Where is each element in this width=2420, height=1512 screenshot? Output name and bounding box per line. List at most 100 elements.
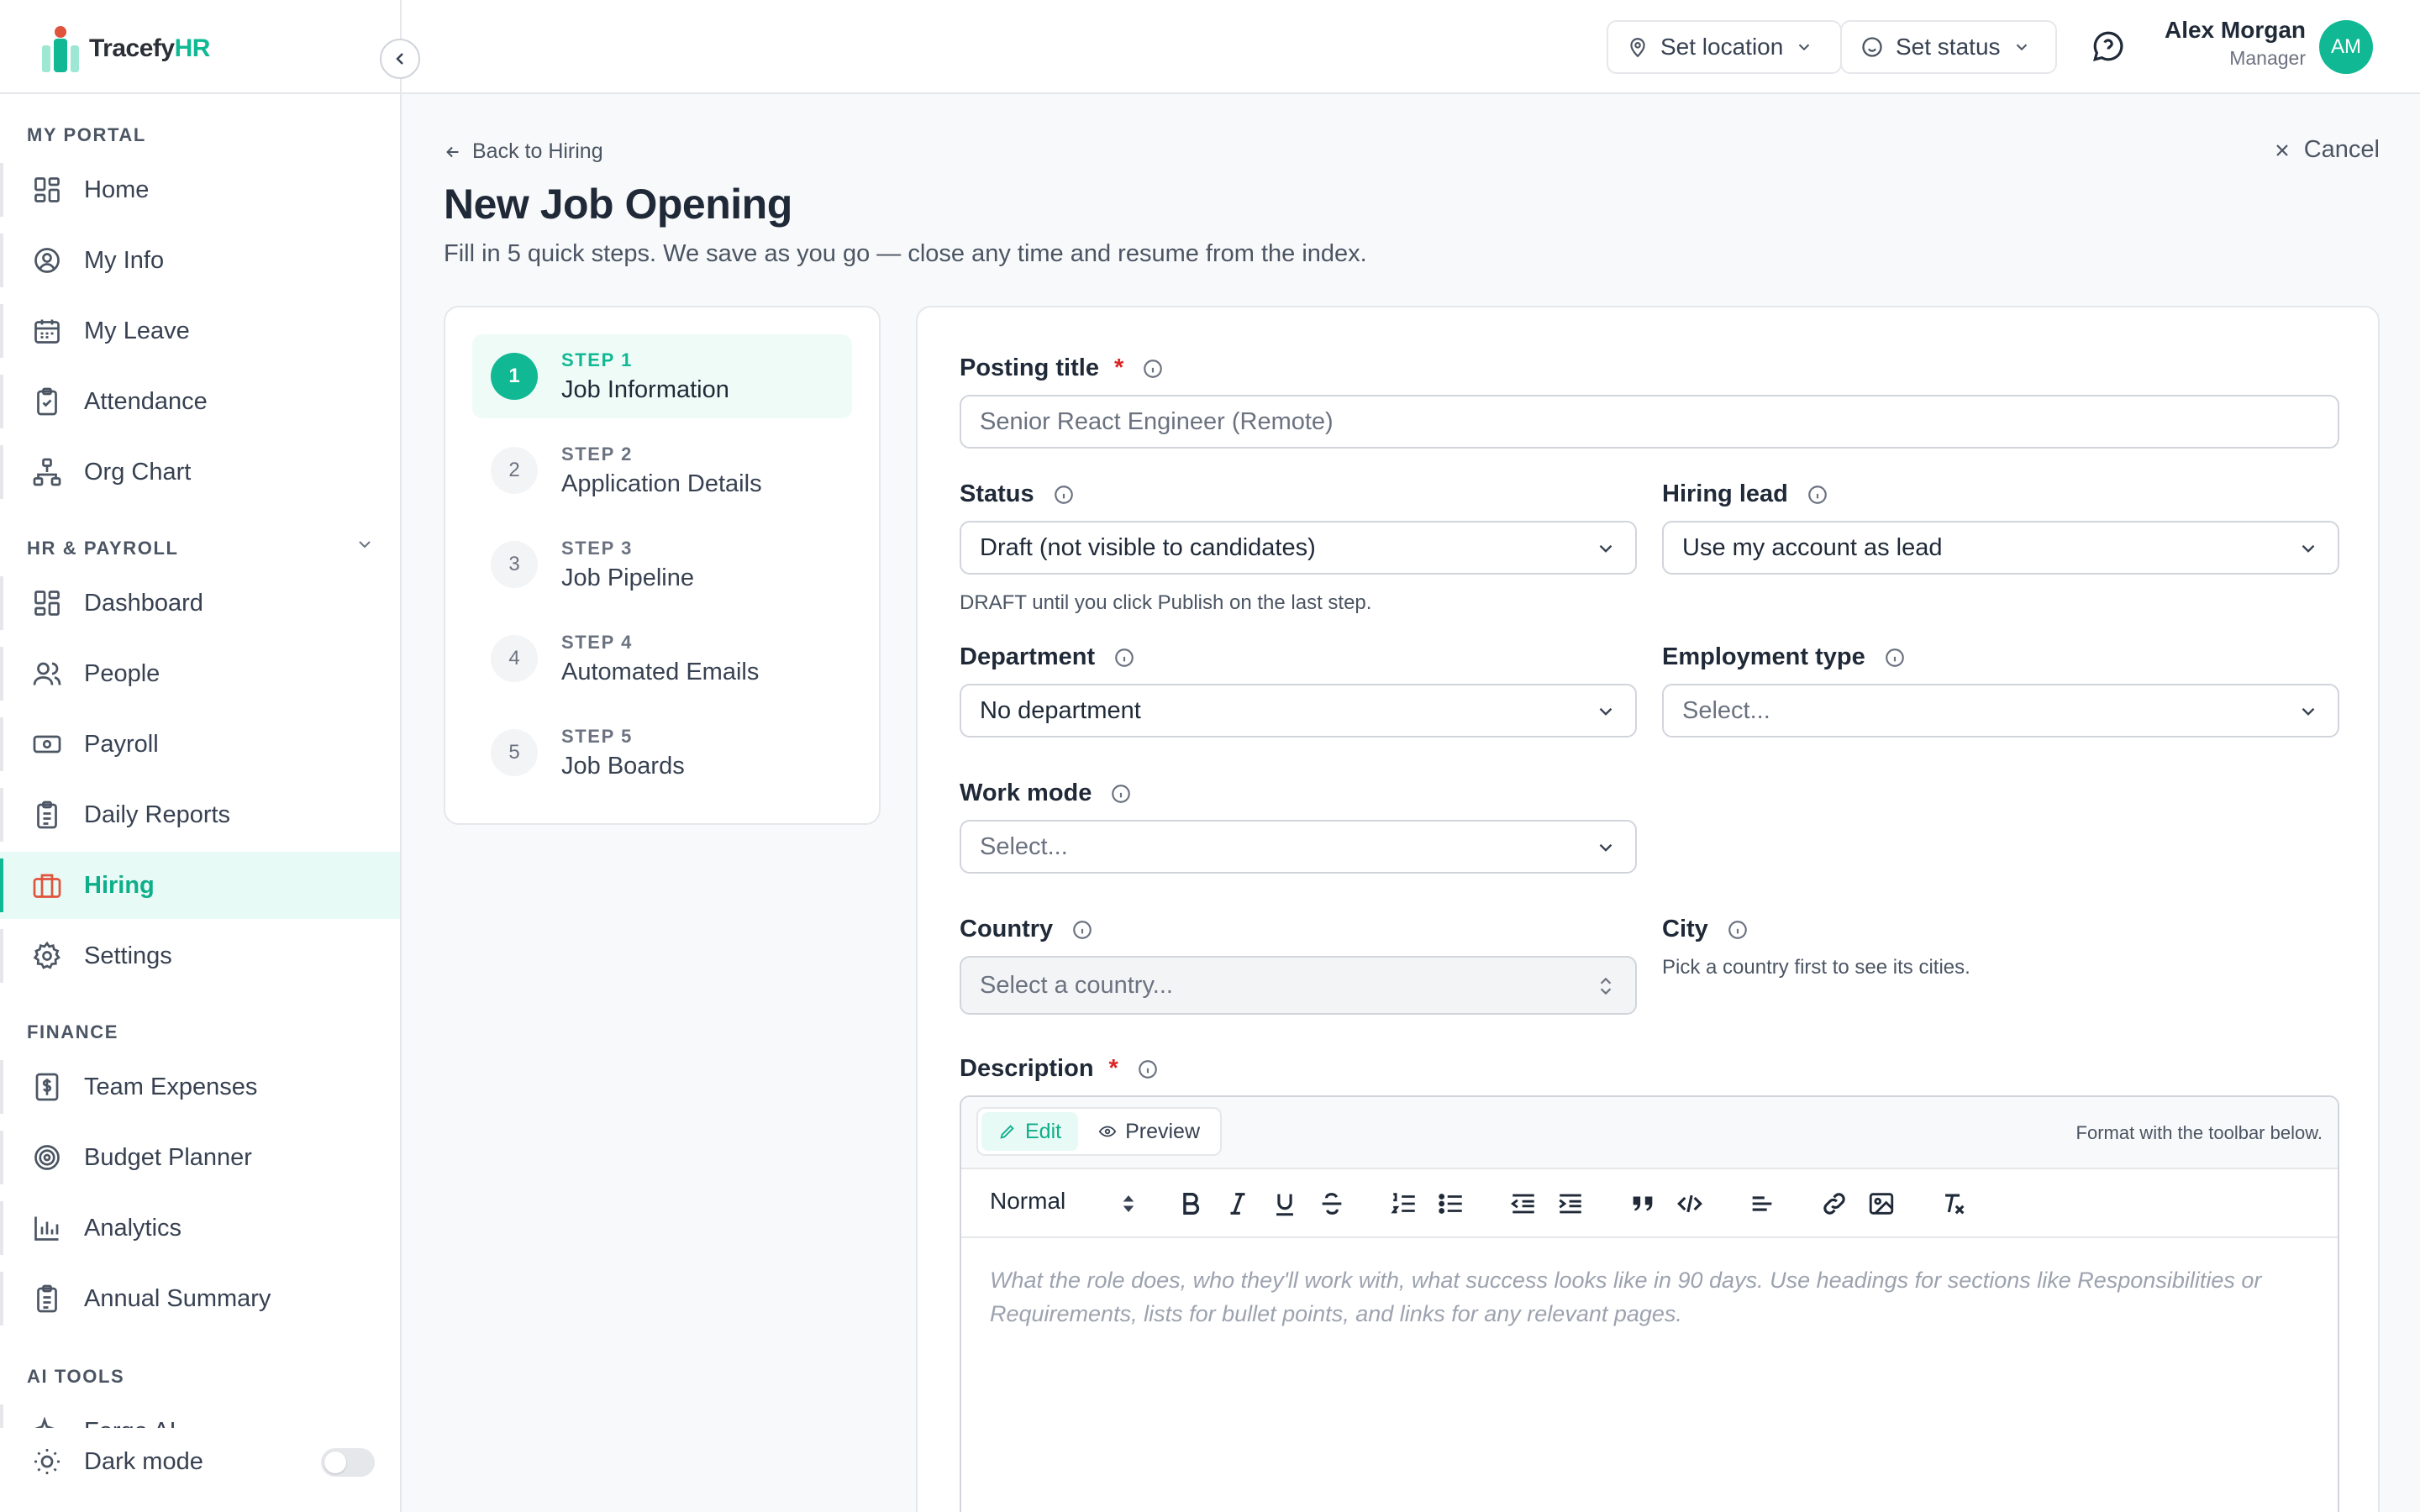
main-content: Back to Hiring Cancel New Job Opening Fi… [402, 94, 2420, 1512]
edit-tab[interactable]: Edit [981, 1112, 1079, 1151]
sidebar-item-attendance[interactable]: Attendance [0, 368, 400, 435]
edit-preview-toggle: Edit Preview [976, 1107, 1223, 1156]
link-icon[interactable] [1820, 1189, 1849, 1218]
underline-icon[interactable] [1270, 1189, 1299, 1218]
sidebar-item-org-chart[interactable]: Org Chart [0, 438, 400, 506]
sidebar-item-team-expenses[interactable]: Team Expenses [0, 1053, 400, 1121]
step-application-details[interactable]: 2 STEP 2 Application Details [472, 428, 852, 512]
set-location-button[interactable]: Set location [1607, 20, 1842, 74]
bullet-list-icon[interactable] [1437, 1189, 1465, 1218]
department-value: No department [980, 696, 1141, 724]
blockquote-icon[interactable] [1628, 1189, 1657, 1218]
brand-logo[interactable]: TracefyHR [40, 24, 210, 74]
sidebar-item-label: Org Chart [84, 458, 192, 486]
italic-icon[interactable] [1223, 1189, 1252, 1218]
map-pin-icon [1630, 38, 1645, 58]
sidebar-item-my-info[interactable]: My Info [0, 227, 400, 294]
sidebar-item-budget-planner[interactable]: Budget Planner [0, 1124, 400, 1191]
sidebar-item-settings[interactable]: Settings [0, 922, 400, 990]
country-placeholder: Select a country... [980, 971, 1173, 999]
set-status-button[interactable]: Set status [1840, 20, 2057, 74]
sidebar: TracefyHR MY PORTAL Home My Info My Leav… [0, 0, 402, 1512]
employment-type-label: Employment type [1662, 643, 1906, 671]
step-job-boards[interactable]: 5 STEP 5 Job Boards [472, 711, 852, 795]
strikethrough-icon[interactable] [1318, 1189, 1346, 1218]
sidebar-item-daily-reports[interactable]: Daily Reports [0, 781, 400, 848]
info-icon[interactable] [1884, 647, 1906, 669]
clear-format-icon[interactable] [1939, 1189, 1968, 1218]
collapse-sidebar-button[interactable] [380, 39, 420, 79]
sidebar-item-annual-summary[interactable]: Annual Summary [0, 1265, 400, 1332]
step-job-pipeline[interactable]: 3 STEP 3 Job Pipeline [472, 522, 852, 606]
sidebar-item-hiring[interactable]: Hiring [0, 852, 400, 919]
info-icon[interactable] [1142, 358, 1164, 380]
info-icon[interactable] [1053, 484, 1075, 506]
receipt-icon [35, 1073, 59, 1101]
hiring-lead-label: Hiring lead [1662, 480, 1828, 508]
preview-tab[interactable]: Preview [1081, 1112, 1217, 1151]
grid-icon [34, 177, 60, 202]
sidebar-item-label: Payroll [84, 730, 159, 758]
info-icon[interactable] [1110, 783, 1132, 805]
status-label: Status [960, 480, 1075, 508]
heading-select[interactable]: Normal [990, 1188, 1065, 1215]
editor-header: Edit Preview Format with the toolbar bel… [961, 1097, 2338, 1169]
close-icon [2275, 144, 2288, 156]
description-editor: Edit Preview Format with the toolbar bel… [960, 1095, 2339, 1512]
image-icon[interactable] [1867, 1189, 1896, 1218]
info-icon[interactable] [1807, 484, 1828, 506]
set-location-label: Set location [1660, 34, 1784, 60]
sidebar-item-dashboard[interactable]: Dashboard [0, 570, 400, 637]
chevron-down-icon [359, 541, 371, 549]
align-left-icon[interactable] [1748, 1189, 1776, 1218]
info-icon[interactable] [1071, 919, 1093, 941]
work-mode-select[interactable]: Select... [960, 820, 1637, 874]
country-combobox[interactable]: Select a country... [960, 956, 1637, 1015]
posting-title-input[interactable]: Senior React Engineer (Remote) [960, 395, 2339, 449]
sidebar-item-label: Settings [84, 942, 172, 969]
cancel-button[interactable]: Cancel [2272, 136, 2380, 164]
section-hr-payroll[interactable]: HR & PAYROLL [27, 538, 380, 559]
status-select[interactable]: Draft (not visible to candidates) [960, 521, 1637, 575]
help-chat-icon[interactable] [2091, 29, 2126, 64]
chevron-down-icon [1599, 544, 1612, 553]
info-icon[interactable] [1727, 919, 1749, 941]
step-automated-emails[interactable]: 4 STEP 4 Automated Emails [472, 617, 852, 701]
hiring-lead-select[interactable]: Use my account as lead [1662, 521, 2339, 575]
info-icon[interactable] [1113, 647, 1135, 669]
bar-chart-icon [34, 1216, 59, 1241]
dark-mode-toggle[interactable] [321, 1448, 375, 1477]
country-label: Country [960, 916, 1093, 943]
steps-card: 1 STEP 1 Job Information 2 STEP 2 Applicat… [444, 306, 881, 825]
user-name: Alex Morgan [2164, 17, 2306, 43]
sidebar-item-analytics[interactable]: Analytics [0, 1194, 400, 1262]
step-job-information[interactable]: 1 STEP 1 Job Information [472, 334, 852, 418]
banknote-icon [33, 735, 61, 753]
bold-icon[interactable] [1176, 1189, 1205, 1218]
department-select[interactable]: No department [960, 684, 1637, 738]
chevron-down-icon [2302, 544, 2315, 553]
field-label: Work mode [960, 780, 1092, 806]
avatar[interactable]: AM [2319, 20, 2373, 74]
sidebar-item-people[interactable]: People [0, 640, 400, 707]
employment-type-select[interactable]: Select... [1662, 684, 2339, 738]
user-menu[interactable]: Alex Morgan Manager [2165, 17, 2306, 70]
ordered-list-icon[interactable] [1390, 1189, 1418, 1218]
code-icon[interactable] [1676, 1189, 1704, 1218]
info-icon[interactable] [1137, 1058, 1159, 1080]
calendar-icon [34, 319, 60, 344]
target-icon [34, 1145, 60, 1170]
editor-toolbar: Normal [961, 1169, 2338, 1238]
outdent-icon[interactable] [1509, 1189, 1538, 1218]
grid-icon [34, 591, 60, 616]
clipboard-check-icon [37, 387, 57, 416]
sidebar-item-my-leave[interactable]: My Leave [0, 297, 400, 365]
sidebar-item-payroll[interactable]: Payroll [0, 711, 400, 778]
field-label: Department [960, 643, 1096, 670]
sidebar-item-label: People [84, 659, 160, 687]
step-label: STEP 4 [561, 631, 634, 653]
description-textarea[interactable]: What the role does, who they'll work wit… [990, 1263, 2317, 1331]
sidebar-item-home[interactable]: Home [0, 156, 400, 223]
back-to-hiring-link[interactable]: Back to Hiring [444, 139, 603, 164]
indent-icon[interactable] [1556, 1189, 1585, 1218]
